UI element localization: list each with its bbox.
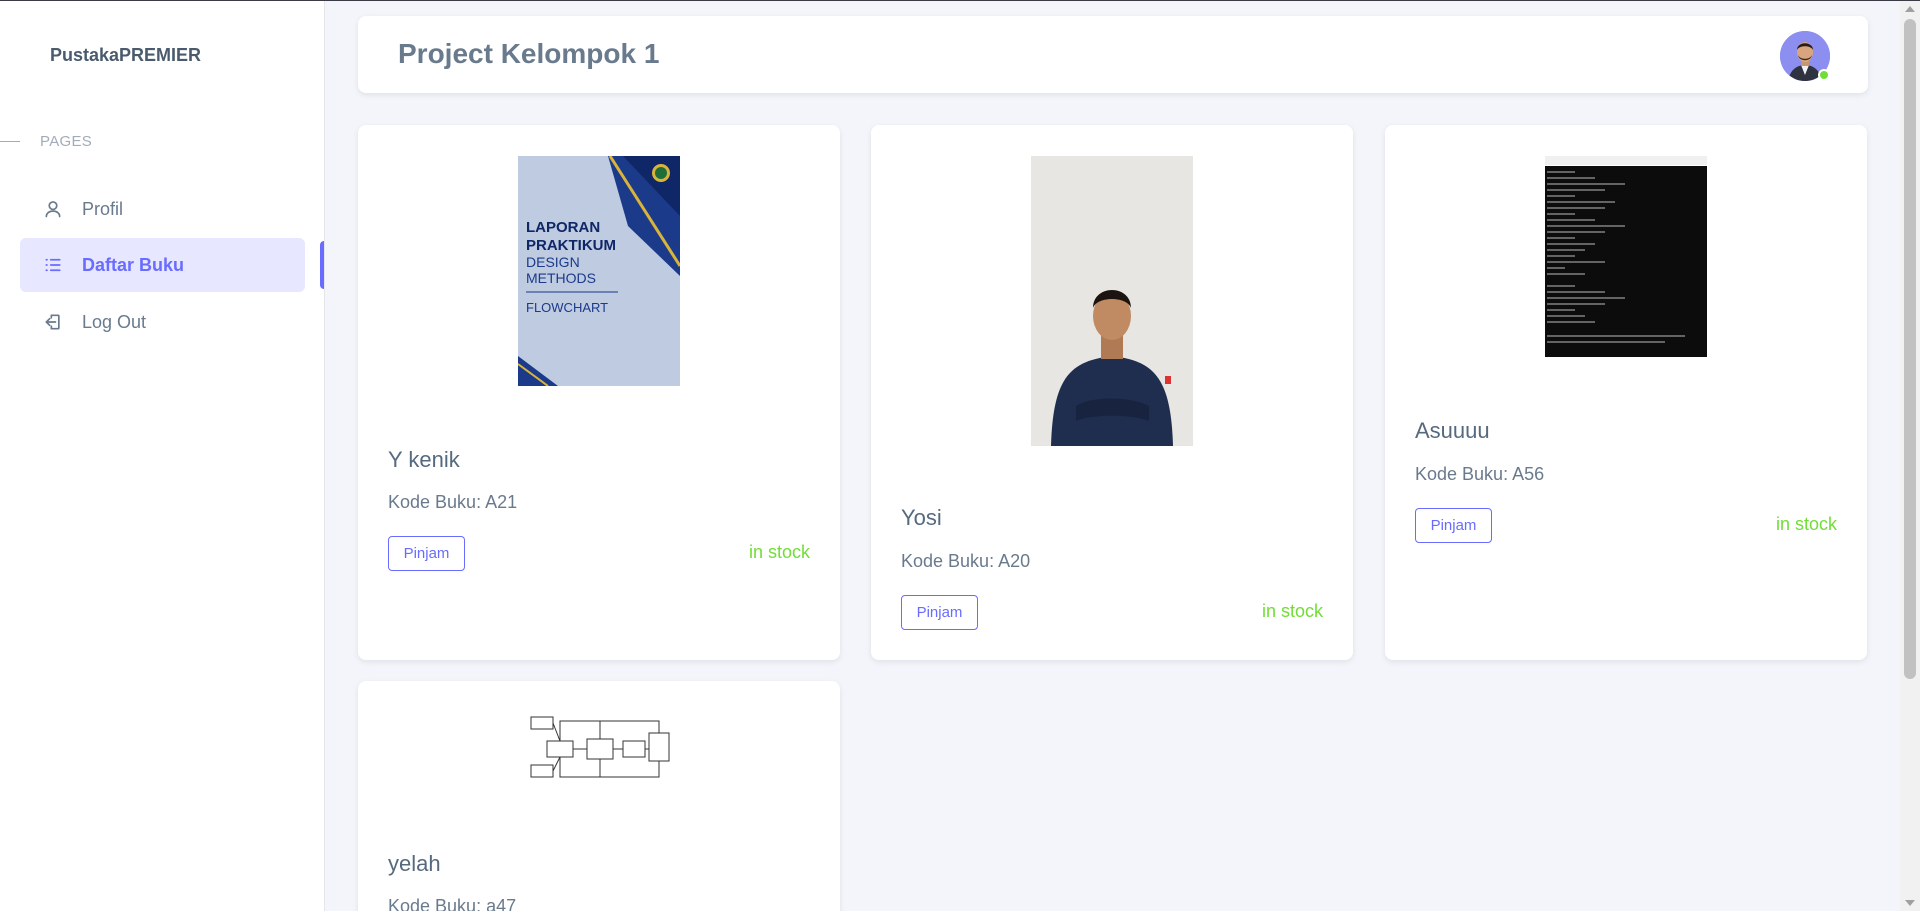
book-cover-image [1031,156,1193,446]
cover-line-3: DESIGN [526,254,580,270]
stock-status: in stock [748,542,810,562]
scrollbar-thumb[interactable] [1904,19,1916,679]
sidebar-item-label: Profil [82,198,124,219]
online-status-dot [1818,69,1830,81]
cover-line-1: LAPORAN [526,219,600,236]
book-card: yelah Kode Buku: a47 [358,681,840,911]
book-title: yelah [388,851,441,876]
borrow-button[interactable]: Pinjam [1415,508,1492,543]
brand-logo-text[interactable]: PustakaPREMIER [50,45,201,66]
book-code: Kode Buku: A21 [388,492,518,512]
stock-status: in stock [1775,514,1837,534]
sidebar-item-log-out[interactable]: Log Out [20,295,305,349]
scroll-up-arrow-icon[interactable] [1905,6,1915,12]
book-card: LAPORAN PRAKTIKUM DESIGN METHODS FLOWCHA… [358,125,840,660]
book-cover-image [1545,156,1707,357]
list-icon [42,254,64,276]
book-title: Asuuuu [1415,418,1490,443]
borrow-button[interactable]: Pinjam [901,595,978,630]
book-code: Kode Buku: A56 [1415,464,1545,484]
cover-line-2: PRAKTIKUM [526,237,616,254]
book-code: Kode Buku: a47 [388,896,517,911]
sidebar-item-daftar-buku[interactable]: Daftar Buku [20,238,305,292]
scroll-down-arrow-icon[interactable] [1905,900,1915,906]
sidebar: PustakaPREMIER PAGES Profil Daftar Buku [0,1,325,911]
stock-status: in stock [1261,601,1323,621]
book-title: Y kenik [388,447,460,472]
borrow-button[interactable]: Pinjam [388,536,465,571]
book-card: Yosi Kode Buku: A20 Pinjam in stock [871,125,1353,660]
page-title: Project Kelompok 1 [398,38,660,69]
sidebar-section-header: PAGES [0,131,92,151]
book-cover-image [525,713,673,785]
book-cover-image: LAPORAN PRAKTIKUM DESIGN METHODS FLOWCHA… [517,155,682,387]
vertical-scrollbar[interactable] [1900,1,1920,911]
book-card: Asuuuu Kode Buku: A56 Pinjam in stock [1385,125,1867,660]
avatar[interactable] [1780,31,1830,81]
sidebar-item-profil[interactable]: Profil [20,182,305,236]
user-icon [42,198,64,220]
cover-line-4: METHODS [526,270,596,286]
sidebar-item-label: Log Out [82,311,147,332]
cover-line-5: FLOWCHART [526,300,608,315]
sidebar-item-label: Daftar Buku [82,254,185,275]
section-label: PAGES [40,132,93,150]
logout-icon [42,311,64,333]
section-divider [0,140,20,142]
active-indicator [320,241,324,289]
book-code: Kode Buku: A20 [901,551,1031,571]
page-header: Project Kelompok 1 [358,16,1868,93]
book-title: Yosi [901,505,942,530]
